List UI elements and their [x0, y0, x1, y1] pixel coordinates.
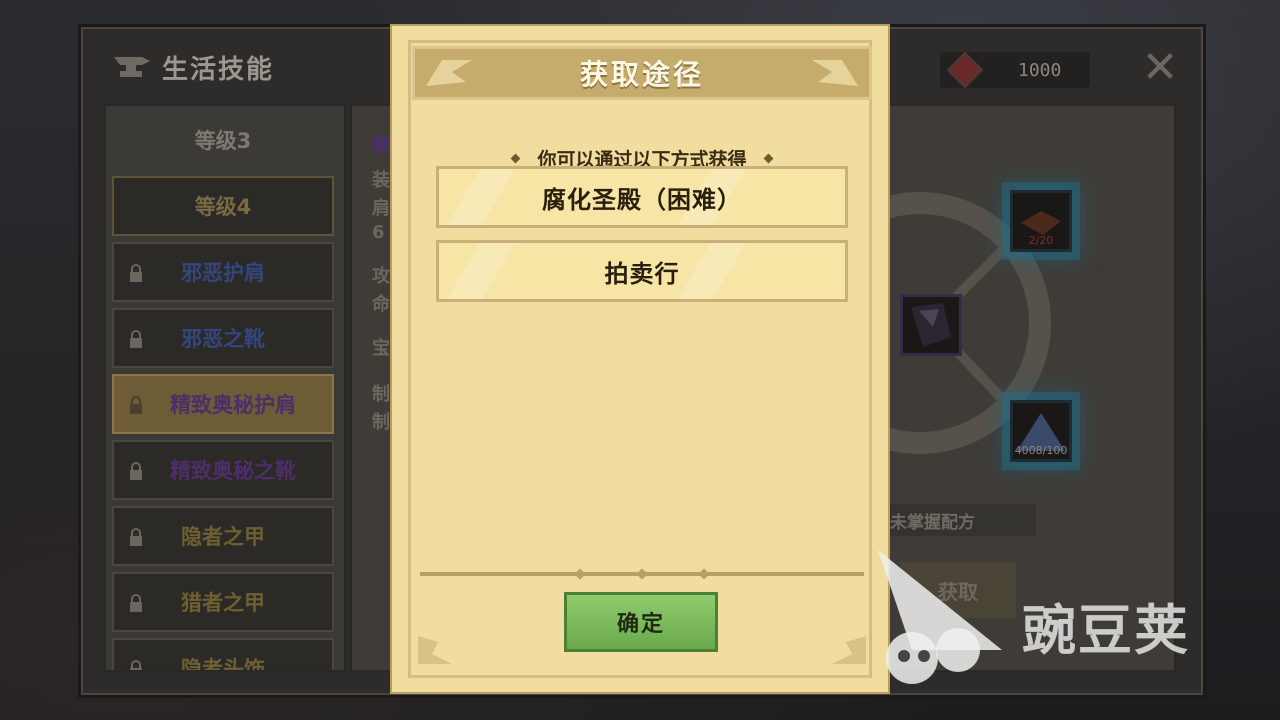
source-label: 腐化圣殿（困难） [542, 185, 742, 214]
modal-title: 获取途径 [579, 58, 704, 91]
diamond-bullet-icon [763, 153, 773, 163]
sidebar-item-hermit-armor[interactable]: 隐者之甲 [112, 506, 334, 566]
source-corrupted-sanctum-button[interactable]: 腐化圣殿（困难） [436, 166, 848, 228]
sidebar-item-arcane-boots[interactable]: 精致奥秘之靴 [112, 440, 334, 500]
recipe-sidebar: 等级3 等级4 邪恶护肩 邪恶之靴 精致奥秘护肩 精致奥秘之靴 隐者之甲 猎者之… [104, 104, 346, 672]
ornament-top-left-icon [426, 60, 472, 86]
material-1-count: 2/20 [1028, 234, 1054, 247]
sidebar-item-label: 精致奥秘护肩 [170, 393, 296, 417]
sidebar-item-label: 隐者之甲 [181, 525, 265, 549]
lock-icon [130, 330, 142, 348]
detail-fragment: 攻 [372, 266, 390, 287]
lock-icon [130, 660, 142, 670]
sidebar-item-label: 精致奥秘之靴 [170, 459, 296, 483]
sidebar-level-3[interactable]: 等级3 [112, 110, 334, 170]
shoulder-armor-icon [911, 303, 951, 347]
sidebar-level-4[interactable]: 等级4 [112, 176, 334, 236]
sidebar-item-label: 猎者之甲 [181, 591, 265, 615]
detail-fragment: 装 [372, 170, 390, 191]
watermark-text: 豌豆荚 [1022, 599, 1190, 662]
sidebar-item-label: 邪恶护肩 [181, 261, 265, 285]
lock-icon [130, 462, 142, 480]
sidebar-item-arcane-shoulder[interactable]: 精致奥秘护肩 [112, 374, 334, 434]
unlearned-recipe-label: 未掌握配方 [880, 504, 1036, 536]
lock-icon [130, 528, 142, 546]
gem-currency: 1000 [940, 51, 1090, 89]
diamond-bullet-icon [511, 153, 521, 163]
lock-icon [130, 594, 142, 612]
source-label: 拍卖行 [604, 259, 680, 288]
modal-divider [420, 568, 864, 580]
anvil-icon [114, 57, 150, 77]
lock-icon [130, 264, 142, 282]
detail-fragment: 6 [372, 222, 385, 243]
detail-fragment: 命 [372, 294, 390, 315]
ornament-top-right-icon [812, 60, 858, 86]
window-title: 生活技能 [112, 42, 274, 92]
lock-icon [130, 396, 142, 414]
detail-fragment: 制 [372, 412, 390, 433]
sidebar-item-evil-shoulder[interactable]: 邪恶护肩 [112, 242, 334, 302]
sidebar-item-label: 邪恶之靴 [181, 327, 265, 351]
source-auction-house-button[interactable]: 拍卖行 [436, 240, 848, 302]
sidebar-item-evil-boots[interactable]: 邪恶之靴 [112, 308, 334, 368]
window-title-text: 生活技能 [162, 54, 275, 85]
acquisition-modal: 获取途径 你可以通过以下方式获得 腐化圣殿（困难） 拍卖行 确定 [390, 24, 890, 694]
material-slot-1[interactable]: 2/20 [1010, 190, 1072, 252]
ornament-bottom-right-icon [832, 636, 866, 664]
sidebar-item-label: 隐者头饰 [181, 657, 265, 672]
result-item-slot[interactable] [900, 294, 962, 356]
detail-fragment: 肩 [372, 198, 390, 219]
detail-fragment: 制 [372, 384, 390, 405]
material-2-count: 4008/100 [1014, 444, 1068, 457]
detail-fragment: 宝 [372, 338, 390, 359]
sidebar-item-label: 等级4 [194, 195, 252, 219]
material-slot-2[interactable]: 4008/100 [1010, 400, 1072, 462]
detail-fragment: 精 [372, 136, 390, 157]
sidebar-item-label: 等级3 [194, 129, 252, 153]
ornament-bottom-left-icon [418, 636, 452, 664]
close-icon[interactable]: ✕ [1140, 46, 1180, 90]
gem-count: 1000 [1018, 59, 1062, 81]
sidebar-item-hunter-armor[interactable]: 猎者之甲 [112, 572, 334, 632]
modal-inner-frame [408, 40, 872, 678]
gem-icon [946, 51, 984, 89]
sidebar-item-hermit-headwear[interactable]: 隐者头饰 [112, 638, 334, 672]
confirm-button[interactable]: 确定 [564, 592, 718, 652]
